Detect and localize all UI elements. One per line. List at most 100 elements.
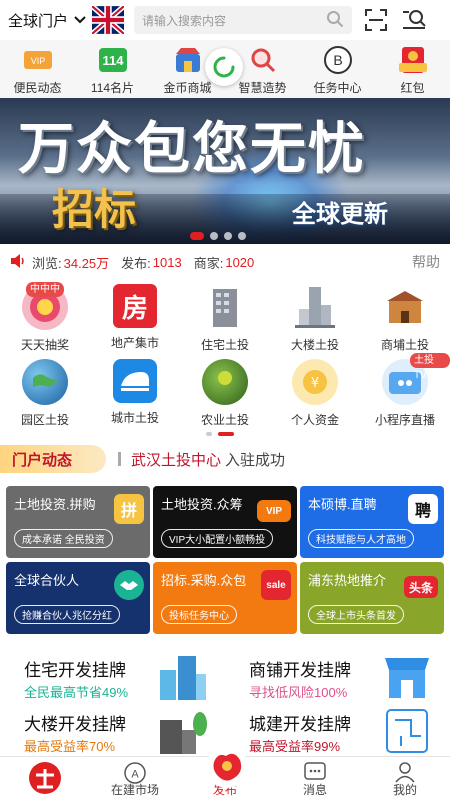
chevron-down-icon xyxy=(74,13,86,27)
service-subtitle: VIP大小配置小额畅投 xyxy=(161,529,274,548)
svg-text:114: 114 xyxy=(102,53,124,68)
tab-market[interactable]: A 在建市场 xyxy=(90,757,180,800)
promo-title: 住宅开发挂牌 xyxy=(24,661,126,680)
tab-mine[interactable]: 我的 xyxy=(360,757,450,800)
promo-shops[interactable]: 商铺开发挂牌 寻找低风险100% xyxy=(225,650,450,702)
lottery-badge: 中中中 xyxy=(26,282,64,297)
category-label: 天天抽奖 xyxy=(20,338,69,352)
coin-icon: ¥ xyxy=(292,359,338,405)
service-card-group-buy[interactable]: 土地投资.拼购 拼 成本承诺 全民投资 xyxy=(6,486,150,558)
publish-fu-icon[interactable] xyxy=(204,744,250,790)
service-card-crowdfund[interactable]: 土地投资.众筹 VIP VIP大小配置小额畅投 xyxy=(153,486,297,558)
category-live[interactable]: 土投TV 小程序直播 xyxy=(360,353,450,434)
category-lottery[interactable]: 中中中 天天抽奖 xyxy=(0,282,90,359)
scan-icon[interactable] xyxy=(362,6,390,34)
category-label: 地产集市 xyxy=(110,336,159,350)
loading-spinner-icon xyxy=(205,48,243,86)
banner-tag: 全球更新 xyxy=(292,201,388,228)
grid-dot[interactable] xyxy=(206,432,212,436)
tab-home[interactable] xyxy=(0,757,90,800)
promo-urban[interactable]: 城建开发挂牌 最高受益率99% xyxy=(225,704,450,756)
category-city[interactable]: 城市土投 xyxy=(90,359,180,434)
stats-bar: 浏览: 34.25万 发布: 1013 商家: 1020 帮助 xyxy=(0,250,450,274)
category-label: 个人资金 xyxy=(290,413,339,427)
category-label: 园区土投 xyxy=(20,413,69,427)
portal-news-bar[interactable]: 门户动态 武汉土投中心 入驻成功 xyxy=(0,444,450,474)
posts-value: 1013 xyxy=(152,254,182,270)
banner-dot[interactable] xyxy=(210,232,218,240)
quick-item-label: 114名片 xyxy=(90,81,135,95)
portal-selector[interactable]: 全球门户 xyxy=(8,10,86,31)
category-shops[interactable]: 商埔土投 xyxy=(360,284,450,359)
promo-subtitle: 全民最高节省49% xyxy=(24,685,129,700)
banner-dot[interactable] xyxy=(224,232,232,240)
grid-pagination xyxy=(206,432,234,436)
category-personal-funds[interactable]: ¥ 个人资金 xyxy=(270,359,360,434)
category-label: 住宅土投 xyxy=(200,338,249,352)
help-link[interactable]: 帮助 xyxy=(412,252,440,272)
banner-dot-active[interactable] xyxy=(190,232,204,240)
grid-dot-active[interactable] xyxy=(218,432,234,436)
search-input[interactable]: 请输入搜索内容 xyxy=(134,6,353,34)
listing-promos: 住宅开发挂牌 全民最高节省49% 商铺开发挂牌 寻找低风险100% 大楼开发挂牌… xyxy=(0,650,450,756)
search-placeholder: 请输入搜索内容 xyxy=(142,13,227,28)
merchants-value: 1020 xyxy=(225,254,255,270)
category-residential[interactable]: 住宅土投 xyxy=(180,284,270,359)
category-label: 商埔土投 xyxy=(380,338,429,352)
vip-card-icon: VIP xyxy=(257,500,291,522)
promo-tower[interactable]: 大楼开发挂牌 最高受益率70% xyxy=(0,704,225,756)
quick-item-114[interactable]: 114 114名片 xyxy=(75,40,150,98)
category-realestate-market[interactable]: 房 地产集市 xyxy=(90,284,180,359)
quick-item-label: 金币商城 xyxy=(163,81,212,95)
svg-text:¥: ¥ xyxy=(311,376,319,391)
house-glyph: 房 xyxy=(121,292,148,323)
promo-subtitle: 寻找低风险100% xyxy=(249,685,348,700)
search-magnify-icon xyxy=(247,44,279,76)
quick-item-tasks[interactable]: B 任务中心 xyxy=(300,40,375,98)
city-map-icon xyxy=(381,706,433,756)
service-subtitle: 全球上市头条首发 xyxy=(308,605,404,624)
svg-text:B: B xyxy=(333,52,342,68)
category-agriculture[interactable]: 农业土投 xyxy=(180,359,270,434)
service-card-partner[interactable]: 全球合伙人 抢赚合伙人兆亿分红 xyxy=(6,562,150,634)
tab-messages[interactable]: 消息 xyxy=(270,757,360,800)
service-subtitle: 成本承诺 全民投资 xyxy=(14,529,113,548)
pin-glyph-icon: 拼 xyxy=(114,494,144,524)
category-label: 大楼土投 xyxy=(290,338,339,352)
news-highlight: 武汉土投中心 xyxy=(131,451,222,469)
residential-buildings-icon xyxy=(156,652,208,702)
banner-subline: 招标 xyxy=(52,185,137,234)
filter-search-icon[interactable] xyxy=(400,6,428,34)
quick-item-news[interactable]: VIP 便民动态 xyxy=(0,40,75,98)
message-icon xyxy=(303,761,327,786)
farm-globe-icon xyxy=(202,359,248,405)
quick-item-label: 智慧造势 xyxy=(238,81,287,95)
banner-dot[interactable] xyxy=(238,232,246,240)
shop-building-icon xyxy=(382,284,428,330)
search-icon[interactable] xyxy=(326,10,344,31)
live-badge: 土投TV xyxy=(410,353,450,381)
quick-item-redpacket[interactable]: 红包 xyxy=(375,40,450,98)
promo-title: 商铺开发挂牌 xyxy=(249,661,351,680)
uk-flag-icon[interactable] xyxy=(92,6,125,34)
service-card-tender[interactable]: 招标.采购.众包 sale 投标任务中心 xyxy=(153,562,297,634)
views-label: 浏览: xyxy=(32,255,62,271)
b-circle-icon: B xyxy=(322,44,354,76)
category-tower[interactable]: 大楼土投 xyxy=(270,284,360,359)
service-card-recruit[interactable]: 本硕博.直聘 聘 科技赋能与人才高地 xyxy=(300,486,444,558)
promo-residential[interactable]: 住宅开发挂牌 全民最高节省49% xyxy=(0,650,225,702)
category-park[interactable]: 园区土投 xyxy=(0,359,90,434)
quick-item-label: 红包 xyxy=(400,81,425,95)
category-label: 农业土投 xyxy=(200,413,249,427)
globe-icon xyxy=(22,359,68,405)
service-card-pudong[interactable]: 浦东热地推介 头条 全球上市头条首发 xyxy=(300,562,444,634)
user-icon xyxy=(394,761,416,786)
svg-text:A: A xyxy=(131,769,139,781)
promo-title: 城建开发挂牌 xyxy=(249,715,351,734)
quick-item-label: 便民动态 xyxy=(13,81,62,95)
storefront-icon xyxy=(381,652,433,702)
posts-label: 发布: xyxy=(121,255,151,271)
shop-icon xyxy=(172,44,204,76)
svg-text:VIP: VIP xyxy=(30,56,45,66)
quick-item-label: 任务中心 xyxy=(313,81,362,95)
